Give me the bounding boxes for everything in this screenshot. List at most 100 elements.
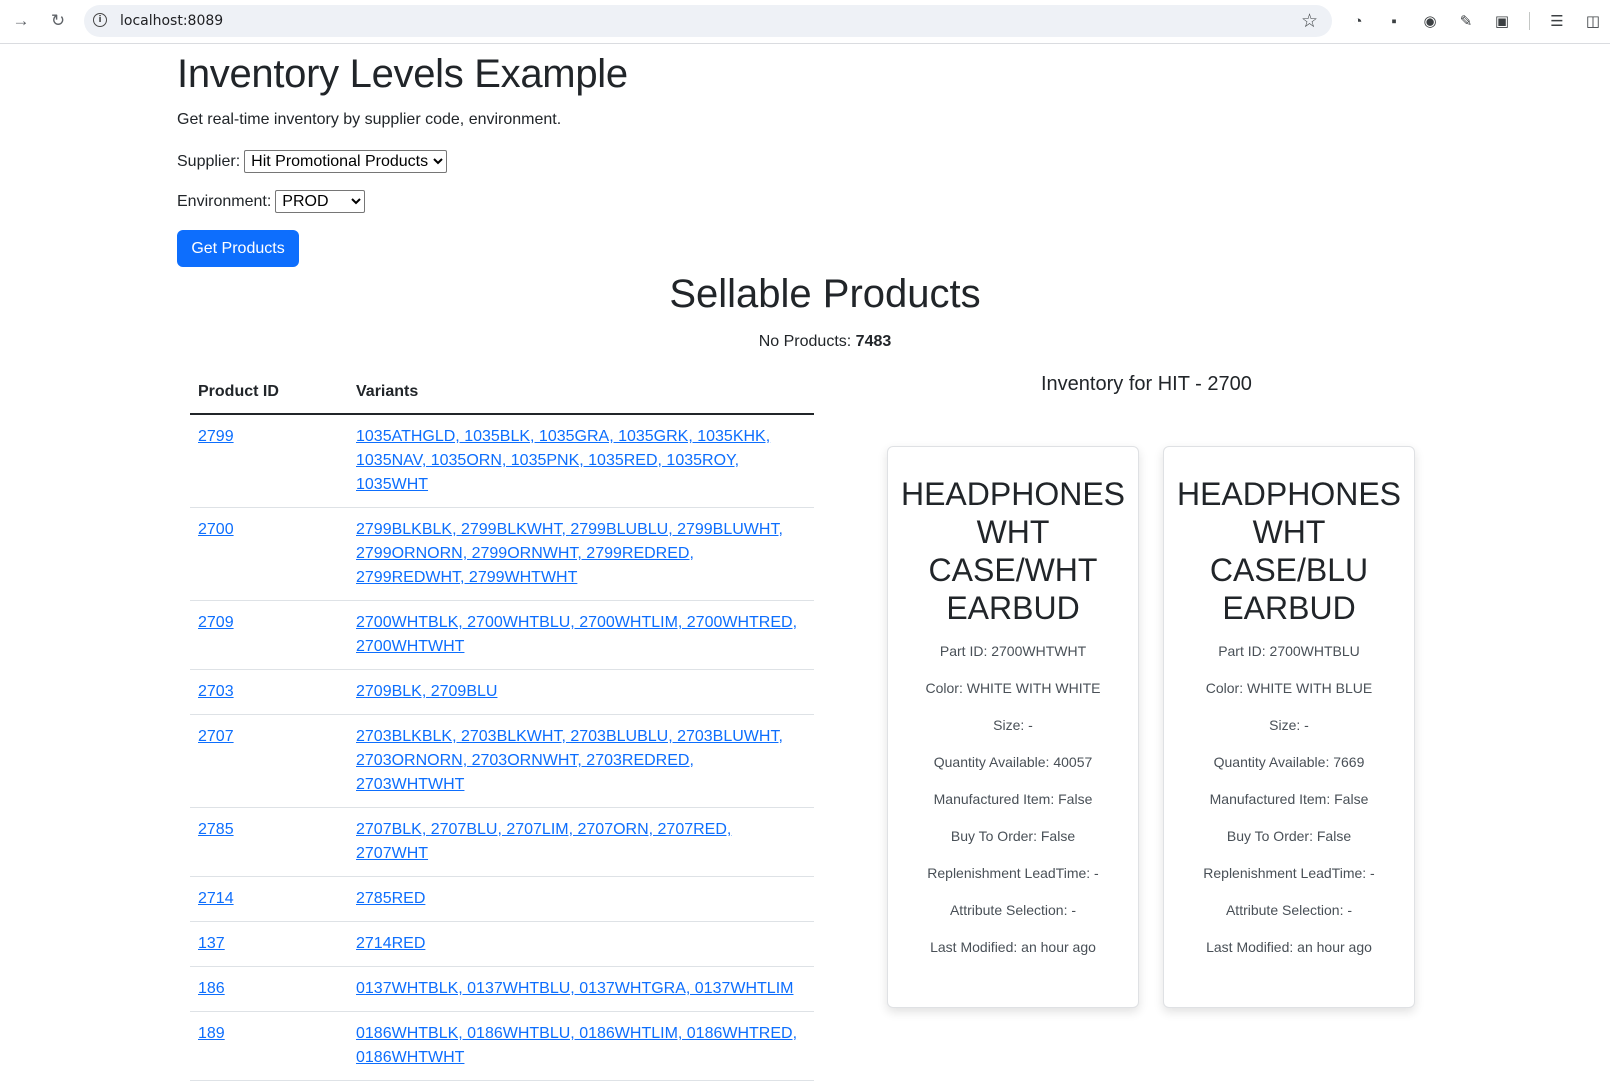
variants-link[interactable]: 2799BLKBLK, 2799BLKWHT, 2799BLUBLU, 2799… <box>356 521 783 586</box>
product-name: HEADPHONES WHT CASE/WHT EARBUD <box>900 476 1126 626</box>
address-bar[interactable]: i localhost:8089 ☆ <box>84 5 1332 37</box>
reload-icon[interactable]: ↻ <box>46 9 70 33</box>
site-info-icon[interactable]: i <box>93 13 107 27</box>
product-id-link[interactable]: 186 <box>198 980 225 997</box>
variants-link[interactable]: 0186WHTBLK, 0186WHTBLU, 0186WHTLIM, 0186… <box>356 1025 797 1066</box>
supplier-select[interactable]: Hit Promotional Products <box>244 150 448 173</box>
variants-cell: 2714RED <box>348 921 814 967</box>
product-id-cell: 2714 <box>190 876 348 922</box>
supplier-label: Supplier: <box>177 152 241 170</box>
size: Size: - <box>993 717 1033 733</box>
variants-link[interactable]: 0137WHTBLK, 0137WHTBLU, 0137WHTGRA, 0137… <box>356 980 793 997</box>
product-id-link[interactable]: 2707 <box>198 728 234 745</box>
variants-cell: 2707BLK, 2707BLU, 2707LIM, 2707ORN, 2707… <box>348 807 814 877</box>
toolbar-divider <box>1529 12 1530 30</box>
extension-chart-icon[interactable]: ▪ <box>1383 10 1405 32</box>
table-row: 2799 1035ATHGLD, 1035BLK, 1035GRA, 1035G… <box>190 414 814 508</box>
extension-cookie-icon[interactable]: ◉ <box>1419 10 1441 32</box>
table-row: 186 0137WHTBLK, 0137WHTBLU, 0137WHTGRA, … <box>190 966 814 1012</box>
variants-cell: 2799BLKBLK, 2799BLKWHT, 2799BLUBLU, 2799… <box>348 507 814 601</box>
manufactured-item: Manufactured Item: False <box>1209 791 1369 807</box>
part-id: Part ID: 2700WHTBLU <box>1218 643 1360 659</box>
last-modified: Last Modified: an hour ago <box>930 939 1096 955</box>
product-id-link[interactable]: 2703 <box>198 683 234 700</box>
table-row: 2707 2703BLKBLK, 2703BLKWHT, 2703BLUBLU,… <box>190 714 814 808</box>
variants-link[interactable]: 2703BLKBLK, 2703BLKWHT, 2703BLUBLU, 2703… <box>356 728 783 793</box>
extension-icon-1[interactable]: ◔ <box>1347 10 1369 32</box>
variants-cell: 1035ATHGLD, 1035BLK, 1035GRA, 1035GRK, 1… <box>348 414 814 508</box>
size: Size: - <box>1269 717 1309 733</box>
product-name: HEADPHONES WHT CASE/BLU EARBUD <box>1176 476 1402 626</box>
part-id: Part ID: 2700WHTWHT <box>939 643 1087 659</box>
attribute-selection: Attribute Selection: - <box>1225 902 1353 918</box>
quantity-available: Quantity Available: 40057 <box>933 754 1093 770</box>
bookmark-star-icon[interactable]: ☆ <box>1301 10 1318 33</box>
url-text[interactable]: localhost:8089 <box>120 13 223 29</box>
table-row: 2709 2700WHTBLK, 2700WHTBLU, 2700WHTLIM,… <box>190 600 814 670</box>
variants-link[interactable]: 2714RED <box>356 935 425 952</box>
last-modified: Last Modified: an hour ago <box>1206 939 1372 955</box>
get-products-button[interactable]: Get Products <box>177 230 299 267</box>
variants-link[interactable]: 1035ATHGLD, 1035BLK, 1035GRA, 1035GRK, 1… <box>356 428 770 493</box>
variants-link[interactable]: 2700WHTBLK, 2700WHTBLU, 2700WHTLIM, 2700… <box>356 614 797 655</box>
column-header-product-id: Product ID <box>190 371 348 415</box>
product-count-value: 7483 <box>855 333 892 350</box>
variants-cell: 2703BLKBLK, 2703BLKWHT, 2703BLUBLU, 2703… <box>348 714 814 808</box>
extension-pen-icon[interactable]: ✎ <box>1455 10 1477 32</box>
product-id-cell: 2709 <box>190 600 348 670</box>
table-row: 2785 2707BLK, 2707BLU, 2707LIM, 2707ORN,… <box>190 807 814 877</box>
product-id-cell: 2703 <box>190 669 348 715</box>
product-id-link[interactable]: 2714 <box>198 890 234 907</box>
inventory-title: Inventory for HIT - 2700 <box>1041 373 1252 395</box>
inventory-card: HEADPHONES WHT CASE/WHT EARBUD Part ID: … <box>887 446 1139 1008</box>
page-title: Inventory Levels Example <box>177 52 628 96</box>
table-row: 137 2714RED <box>190 921 814 967</box>
supplier-row: Supplier: Hit Promotional Products <box>177 150 448 173</box>
variants-cell: 2709BLK, 2709BLU <box>348 669 814 715</box>
attribute-selection: Attribute Selection: - <box>949 902 1077 918</box>
quantity-available: Quantity Available: 7669 <box>1213 754 1365 770</box>
product-id-cell: 2700 <box>190 507 348 601</box>
product-id-cell: 2799 <box>190 414 348 508</box>
table-row: 2700 2799BLKBLK, 2799BLKWHT, 2799BLUBLU,… <box>190 507 814 601</box>
table-row: 189 0186WHTBLK, 0186WHTBLU, 0186WHTLIM, … <box>190 1011 814 1081</box>
environment-row: Environment: PROD <box>177 190 366 213</box>
product-id-link[interactable]: 2700 <box>198 521 234 538</box>
variants-cell: 0137WHTBLK, 0137WHTBLU, 0137WHTGRA, 0137… <box>348 966 814 1012</box>
reading-list-icon[interactable]: ☰ <box>1546 10 1568 32</box>
color: Color: WHITE WITH WHITE <box>925 680 1101 696</box>
side-panel-icon[interactable]: ◫ <box>1582 10 1604 32</box>
page-subtitle: Get real-time inventory by supplier code… <box>177 111 562 128</box>
buy-to-order: Buy To Order: False <box>950 828 1076 844</box>
environment-label: Environment: <box>177 192 272 210</box>
variants-link[interactable]: 2707BLK, 2707BLU, 2707LIM, 2707ORN, 2707… <box>356 821 731 862</box>
variants-link[interactable]: 2785RED <box>356 890 425 907</box>
product-id-link[interactable]: 2709 <box>198 614 234 631</box>
products-table: Product ID Variants 2799 1035ATHGLD, 103… <box>190 371 814 1081</box>
replenishment-leadtime: Replenishment LeadTime: - <box>927 865 1099 881</box>
product-id-cell: 189 <box>190 1011 348 1081</box>
replenishment-leadtime: Replenishment LeadTime: - <box>1203 865 1375 881</box>
product-id-cell: 186 <box>190 966 348 1012</box>
forward-icon[interactable]: → <box>9 9 33 33</box>
buy-to-order: Buy To Order: False <box>1226 828 1352 844</box>
column-header-variants: Variants <box>348 371 814 415</box>
table-header-row: Product ID Variants <box>190 371 814 415</box>
variants-link[interactable]: 2709BLK, 2709BLU <box>356 683 497 700</box>
table-row: 2714 2785RED <box>190 876 814 922</box>
product-id-link[interactable]: 189 <box>198 1025 225 1042</box>
environment-select[interactable]: PROD <box>275 190 366 213</box>
product-id-link[interactable]: 137 <box>198 935 225 952</box>
extensions-puzzle-icon[interactable]: ▣ <box>1491 10 1513 32</box>
variants-cell: 2785RED <box>348 876 814 922</box>
color: Color: WHITE WITH BLUE <box>1205 680 1373 696</box>
product-count-label: No Products: <box>758 333 852 350</box>
variants-cell: 0186WHTBLK, 0186WHTBLU, 0186WHTLIM, 0186… <box>348 1011 814 1081</box>
product-id-cell: 2707 <box>190 714 348 808</box>
section-title: Sellable Products <box>669 272 981 316</box>
table-row: 2703 2709BLK, 2709BLU <box>190 669 814 715</box>
variants-cell: 2700WHTBLK, 2700WHTBLU, 2700WHTLIM, 2700… <box>348 600 814 670</box>
product-id-link[interactable]: 2785 <box>198 821 234 838</box>
product-id-cell: 2785 <box>190 807 348 877</box>
product-id-link[interactable]: 2799 <box>198 428 234 445</box>
